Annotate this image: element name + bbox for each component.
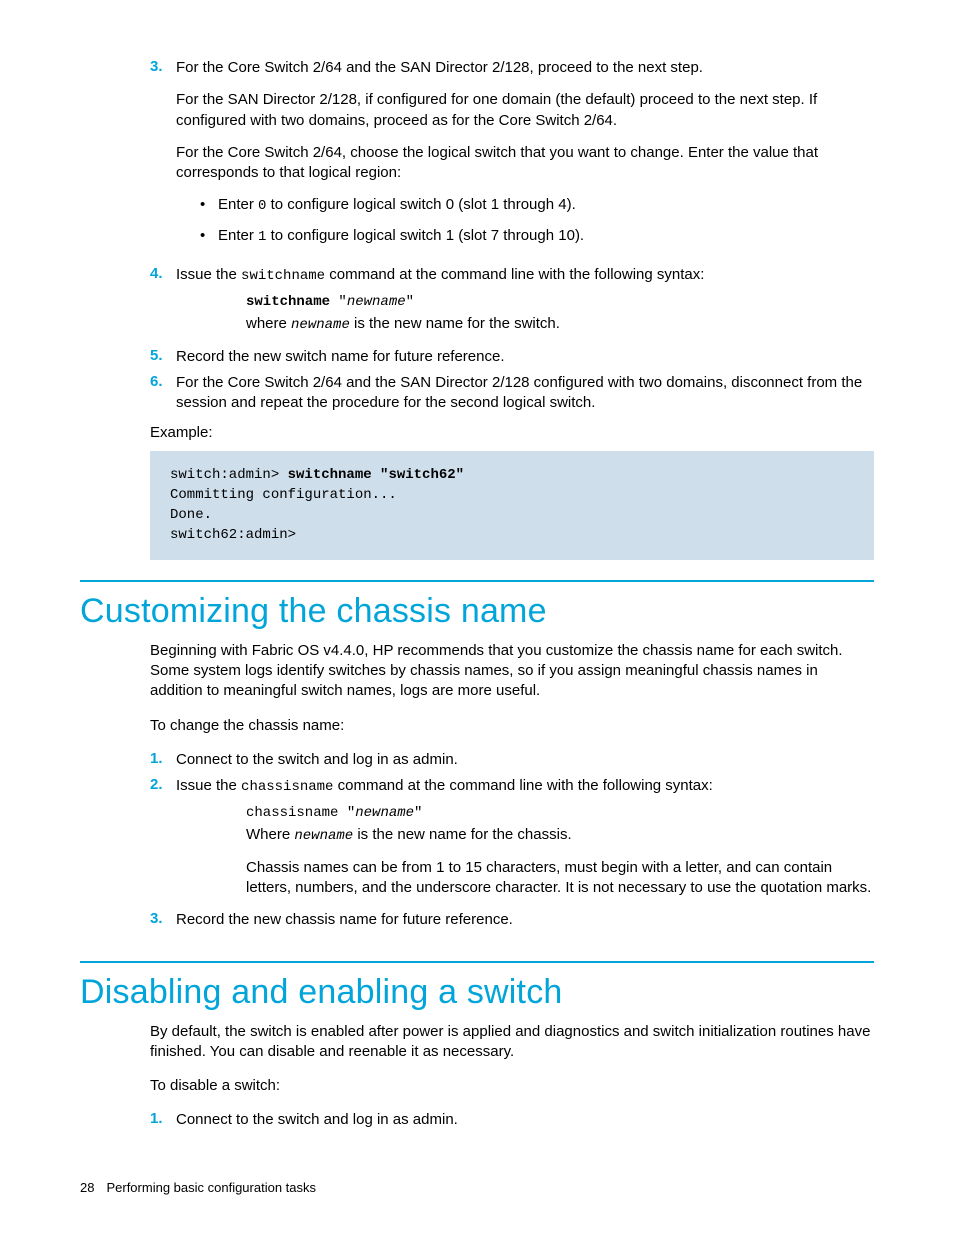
syntax-line: switchname "newname"	[246, 292, 874, 310]
step-content: Connect to the switch and log in as admi…	[176, 750, 874, 770]
section-heading: Disabling and enabling a switch	[80, 973, 874, 1012]
step-number: 1.	[150, 1110, 176, 1130]
paragraph: Issue the switchname command at the comm…	[176, 265, 874, 286]
text: to configure logical switch 1 (slot 7 th…	[266, 227, 584, 244]
step-content: For the Core Switch 2/64 and the SAN Dir…	[176, 58, 874, 259]
code: chassisname	[246, 805, 338, 821]
page-number: 28	[80, 1180, 94, 1195]
text: command at the command line with the fol…	[333, 777, 712, 794]
code-line: Committing configuration...	[170, 487, 397, 503]
code-italic: newname	[291, 317, 350, 333]
paragraph: For the SAN Director 2/128, if configure…	[176, 90, 874, 131]
list-item: Enter 0 to configure logical switch 0 (s…	[200, 195, 874, 216]
paragraph: Beginning with Fabric OS v4.4.0, HP reco…	[150, 641, 874, 702]
step-content: Record the new chassis name for future r…	[176, 910, 874, 930]
code-line: switch62:admin>	[170, 527, 296, 543]
code-italic: newname	[355, 805, 414, 821]
text: to configure logical switch 0 (slot 1 th…	[266, 196, 575, 213]
text: Where	[246, 826, 294, 843]
step-5: 5. Record the new switch name for future…	[150, 347, 874, 367]
where-line: Where newname is the new name for the ch…	[246, 825, 874, 846]
paragraph: For the Core Switch 2/64, choose the log…	[176, 143, 874, 184]
syntax-line: chassisname "newname"	[246, 803, 874, 821]
paragraph: For the Core Switch 2/64 and the SAN Dir…	[176, 58, 874, 78]
paragraph: Record the new switch name for future re…	[176, 347, 874, 367]
code-line: Done.	[170, 507, 212, 523]
paragraph: Chassis names can be from 1 to 15 charac…	[246, 858, 874, 899]
text: Issue the	[176, 777, 241, 794]
step-number: 5.	[150, 347, 176, 367]
paragraph: For the Core Switch 2/64 and the SAN Dir…	[176, 373, 874, 414]
step-1: 1. Connect to the switch and log in as a…	[150, 1110, 874, 1130]
step-content: For the Core Switch 2/64 and the SAN Dir…	[176, 373, 874, 414]
paragraph: Connect to the switch and log in as admi…	[176, 750, 874, 770]
code: "	[330, 294, 347, 310]
code: chassisname	[241, 779, 333, 795]
step-content: Issue the switchname command at the comm…	[176, 265, 874, 286]
section-rule	[80, 580, 874, 582]
code-italic: newname	[294, 828, 353, 844]
step-number: 1.	[150, 750, 176, 770]
code-bold: switchname	[246, 294, 330, 310]
paragraph: Record the new chassis name for future r…	[176, 910, 874, 930]
code-bold: switchname "switch62"	[288, 467, 464, 483]
text: is the new name for the chassis.	[353, 826, 571, 843]
code-block: switch:admin> switchname "switch62" Comm…	[150, 451, 874, 560]
bullet-list: Enter 0 to configure logical switch 0 (s…	[200, 195, 874, 247]
step-number: 3.	[150, 58, 176, 259]
text: command at the command line with the fol…	[325, 266, 704, 283]
section-body: Beginning with Fabric OS v4.4.0, HP reco…	[150, 641, 874, 931]
code: "	[406, 294, 414, 310]
code: "	[338, 805, 355, 821]
paragraph: To disable a switch:	[150, 1076, 874, 1096]
paragraph: Connect to the switch and log in as admi…	[176, 1110, 874, 1130]
example: Example: switch:admin> switchname "switc…	[150, 424, 874, 560]
page-footer: 28 Performing basic configuration tasks	[80, 1180, 316, 1195]
step-content: Issue the chassisname command at the com…	[176, 776, 874, 797]
step-number: 2.	[150, 776, 176, 797]
step-number: 3.	[150, 910, 176, 930]
example-label: Example:	[150, 424, 874, 441]
step-6: 6. For the Core Switch 2/64 and the SAN …	[150, 373, 874, 414]
where-line: where newname is the new name for the sw…	[246, 314, 874, 335]
code-line: switch:admin> switchname "switch62"	[170, 467, 464, 483]
text: switch:admin>	[170, 467, 288, 483]
paragraph: Issue the chassisname command at the com…	[176, 776, 874, 797]
step-number: 6.	[150, 373, 176, 414]
step-2: 2. Issue the chassisname command at the …	[150, 776, 874, 797]
step-number: 4.	[150, 265, 176, 286]
code: switchname	[241, 268, 325, 284]
section-body: By default, the switch is enabled after …	[150, 1022, 874, 1131]
list-item: Enter 1 to configure logical switch 1 (s…	[200, 226, 874, 247]
text: Enter	[218, 227, 258, 244]
section-heading: Customizing the chassis name	[80, 592, 874, 631]
step-3: 3. For the Core Switch 2/64 and the SAN …	[150, 58, 874, 259]
step-3: 3. Record the new chassis name for futur…	[150, 910, 874, 930]
step-1: 1. Connect to the switch and log in as a…	[150, 750, 874, 770]
paragraph: To change the chassis name:	[150, 716, 874, 736]
step-content: Record the new switch name for future re…	[176, 347, 874, 367]
continued-list: 3. For the Core Switch 2/64 and the SAN …	[150, 58, 874, 414]
paragraph: By default, the switch is enabled after …	[150, 1022, 874, 1063]
step-4: 4. Issue the switchname command at the c…	[150, 265, 874, 286]
code: "	[414, 805, 422, 821]
text: Enter	[218, 196, 258, 213]
code-italic: newname	[347, 294, 406, 310]
section-rule	[80, 961, 874, 963]
page: 3. For the Core Switch 2/64 and the SAN …	[0, 0, 954, 1235]
text: where	[246, 315, 291, 332]
footer-title: Performing basic configuration tasks	[106, 1180, 316, 1195]
step-content: Connect to the switch and log in as admi…	[176, 1110, 874, 1130]
text: Issue the	[176, 266, 241, 283]
text: is the new name for the switch.	[350, 315, 560, 332]
